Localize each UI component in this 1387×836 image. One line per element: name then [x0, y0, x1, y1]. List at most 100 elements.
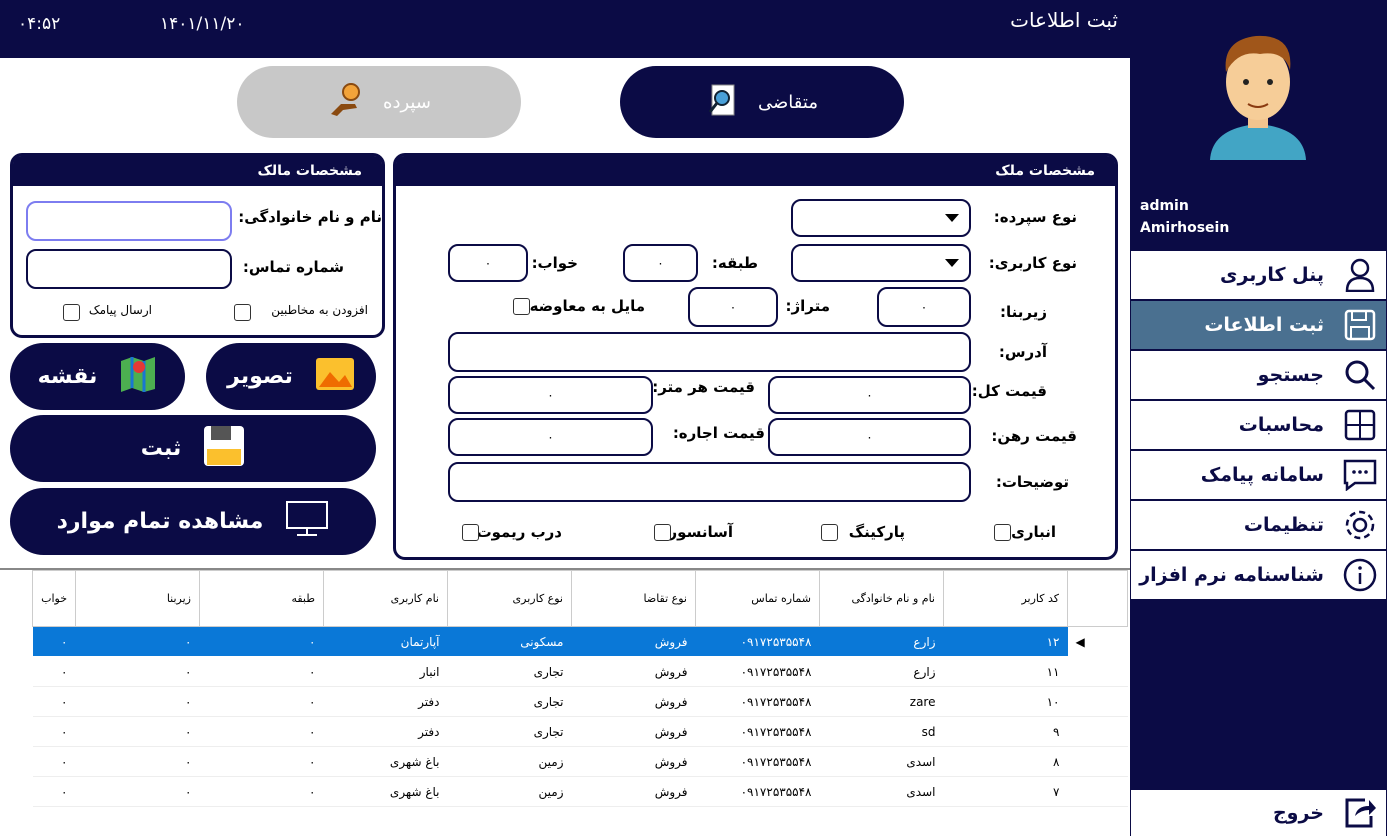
table-cell[interactable]: ۰۹۱۷۲۵۳۵۵۴۸ — [695, 686, 820, 717]
table-cell[interactable]: تجاری — [447, 656, 572, 687]
table-cell[interactable]: ۰ — [32, 656, 76, 687]
table-cell[interactable]: باغ شهری — [323, 776, 448, 807]
table-cell[interactable]: فروش — [571, 626, 696, 657]
table-cell[interactable]: ۰ — [75, 656, 200, 687]
send-sms-checkbox[interactable] — [63, 304, 80, 321]
table-cell[interactable]: ۱۱ — [943, 656, 1068, 687]
table-cell[interactable]: زمین — [447, 746, 572, 777]
remote-door-checkbox[interactable] — [462, 524, 479, 541]
table-cell[interactable]: ۰ — [199, 716, 324, 747]
bed-input[interactable]: ۰ — [448, 244, 528, 282]
table-cell[interactable]: ۰ — [199, 746, 324, 777]
meter-input[interactable]: ۰ — [688, 287, 778, 327]
table-row[interactable]: ۹ sd ۰۹۱۷۲۵۳۵۵۴۸ فروش تجاری دفتر ۰ ۰ ۰ — [32, 716, 1128, 747]
table-cell[interactable]: فروش — [571, 776, 696, 807]
table-cell[interactable]: ۷ — [943, 776, 1068, 807]
column-header[interactable]: شماره تماس — [695, 570, 820, 627]
mortgage-input[interactable]: ۰ — [768, 418, 971, 456]
description-input[interactable] — [448, 462, 971, 502]
elevator-checkbox[interactable] — [654, 524, 671, 541]
sidebar-item-settings[interactable]: تنظیمات — [1131, 501, 1386, 549]
sidebar-item-user-panel[interactable]: پنل کاربری — [1131, 251, 1386, 299]
table-cell[interactable]: ۰ — [75, 686, 200, 717]
sidebar-item-search[interactable]: جستجو — [1131, 351, 1386, 399]
table-cell[interactable]: اسدی — [819, 746, 944, 777]
table-cell[interactable]: فروش — [571, 656, 696, 687]
table-cell[interactable]: باغ شهری — [323, 746, 448, 777]
exchange-checkbox[interactable] — [513, 298, 530, 315]
exit-button[interactable]: خروج — [1131, 790, 1386, 836]
sidebar-item-about[interactable]: شناسنامه نرم افزار — [1131, 551, 1386, 599]
parking-checkbox[interactable] — [821, 524, 838, 541]
table-row[interactable]: ۱۰ zare ۰۹۱۷۲۵۳۵۵۴۸ فروش تجاری دفتر ۰ ۰ ۰ — [32, 686, 1128, 717]
table-cell[interactable]: ۰۹۱۷۲۵۳۵۵۴۸ — [695, 746, 820, 777]
total-price-input[interactable]: ۰ — [768, 376, 971, 414]
table-cell[interactable]: ۰۹۱۷۲۵۳۵۵۴۸ — [695, 776, 820, 807]
image-button[interactable]: تصویر — [206, 343, 376, 410]
table-cell[interactable]: دفتر — [323, 686, 448, 717]
table-cell[interactable]: ۰ — [32, 776, 76, 807]
table-cell[interactable]: ۰ — [199, 686, 324, 717]
save-button[interactable]: ثبت — [10, 415, 376, 482]
column-header[interactable]: نام و نام خانوادگی — [819, 570, 944, 627]
table-cell[interactable]: زارع — [819, 656, 944, 687]
table-cell[interactable]: ۰ — [199, 656, 324, 687]
table-cell[interactable]: انبار — [323, 656, 448, 687]
sidebar-item-register[interactable]: ثبت اطلاعات — [1131, 301, 1386, 349]
table-row[interactable]: ۸ اسدی ۰۹۱۷۲۵۳۵۵۴۸ فروش زمین باغ شهری ۰ ۰ ۰ — [32, 746, 1128, 777]
table-cell[interactable]: ۰ — [32, 626, 76, 657]
table-cell[interactable]: ۰ — [199, 776, 324, 807]
tab-deposit[interactable]: سپرده — [237, 66, 521, 138]
column-header[interactable]: نام کاربری — [323, 570, 448, 627]
deposit-type-select[interactable] — [791, 199, 971, 237]
table-cell[interactable]: تجاری — [447, 716, 572, 747]
table-cell[interactable]: ۰ — [75, 776, 200, 807]
table-cell[interactable]: ۰ — [32, 746, 76, 777]
table-cell[interactable]: زمین — [447, 776, 572, 807]
sidebar-item-sms[interactable]: سامانه پیامک — [1131, 451, 1386, 499]
owner-name-input[interactable] — [26, 201, 232, 241]
tab-applicant[interactable]: متقاضی — [620, 66, 904, 138]
table-cell[interactable]: ۱۰ — [943, 686, 1068, 717]
table-cell[interactable]: فروش — [571, 686, 696, 717]
view-all-button[interactable]: مشاهده تمام موارد — [10, 488, 376, 555]
column-header[interactable]: کد کاربر — [943, 570, 1068, 627]
table-cell[interactable]: zare — [819, 686, 944, 717]
add-contacts-checkbox[interactable] — [234, 304, 251, 321]
floor-input[interactable]: ۰ — [623, 244, 698, 282]
table-cell[interactable]: اسدی — [819, 776, 944, 807]
table-cell[interactable]: ۰ — [75, 746, 200, 777]
usage-type-select[interactable] — [791, 244, 971, 282]
table-cell[interactable]: دفتر — [323, 716, 448, 747]
table-cell[interactable]: ۰ — [75, 716, 200, 747]
table-cell[interactable]: ۹ — [943, 716, 1068, 747]
table-cell[interactable]: تجاری — [447, 686, 572, 717]
column-header[interactable]: طبقه — [199, 570, 324, 627]
table-row[interactable]: ۱۱ زارع ۰۹۱۷۲۵۳۵۵۴۸ فروش تجاری انبار ۰ ۰ ۰ — [32, 656, 1128, 687]
column-header[interactable]: زیربنا — [75, 570, 200, 627]
table-cell[interactable]: ۰۹۱۷۲۵۳۵۵۴۸ — [695, 656, 820, 687]
infra-input[interactable]: ۰ — [877, 287, 971, 327]
table-cell[interactable]: ۰ — [75, 626, 200, 657]
table-cell[interactable]: ۰ — [32, 686, 76, 717]
table-cell[interactable]: مسکونی — [447, 626, 572, 657]
storage-checkbox[interactable] — [994, 524, 1011, 541]
table-cell[interactable]: ۰۹۱۷۲۵۳۵۵۴۸ — [695, 716, 820, 747]
table-cell[interactable]: ۸ — [943, 746, 1068, 777]
address-input[interactable] — [448, 332, 971, 372]
column-header[interactable]: نوع کاربری — [447, 570, 572, 627]
table-cell[interactable]: فروش — [571, 746, 696, 777]
table-cell[interactable]: ۰۹۱۷۲۵۳۵۵۴۸ — [695, 626, 820, 657]
table-cell[interactable]: آپارتمان — [323, 626, 448, 657]
column-header[interactable]: نوع تقاضا — [571, 570, 696, 627]
table-cell[interactable]: sd — [819, 716, 944, 747]
owner-phone-input[interactable] — [26, 249, 232, 289]
table-row[interactable]: ◀ ۱۲ زارع ۰۹۱۷۲۵۳۵۵۴۸ فروش مسکونی آپارتمان ۰ ۰ ۰ — [32, 626, 1128, 657]
table-cell[interactable]: زارع — [819, 626, 944, 657]
price-per-meter-input[interactable]: ۰ — [448, 376, 653, 414]
table-row[interactable]: ۷ اسدی ۰۹۱۷۲۵۳۵۵۴۸ فروش زمین باغ شهری ۰ ۰ ۰ — [32, 776, 1128, 807]
table-cell[interactable]: ۱۲ — [943, 626, 1068, 657]
table-cell[interactable]: ۰ — [32, 716, 76, 747]
column-header[interactable]: خواب — [32, 570, 76, 627]
rent-input[interactable]: ۰ — [448, 418, 653, 456]
